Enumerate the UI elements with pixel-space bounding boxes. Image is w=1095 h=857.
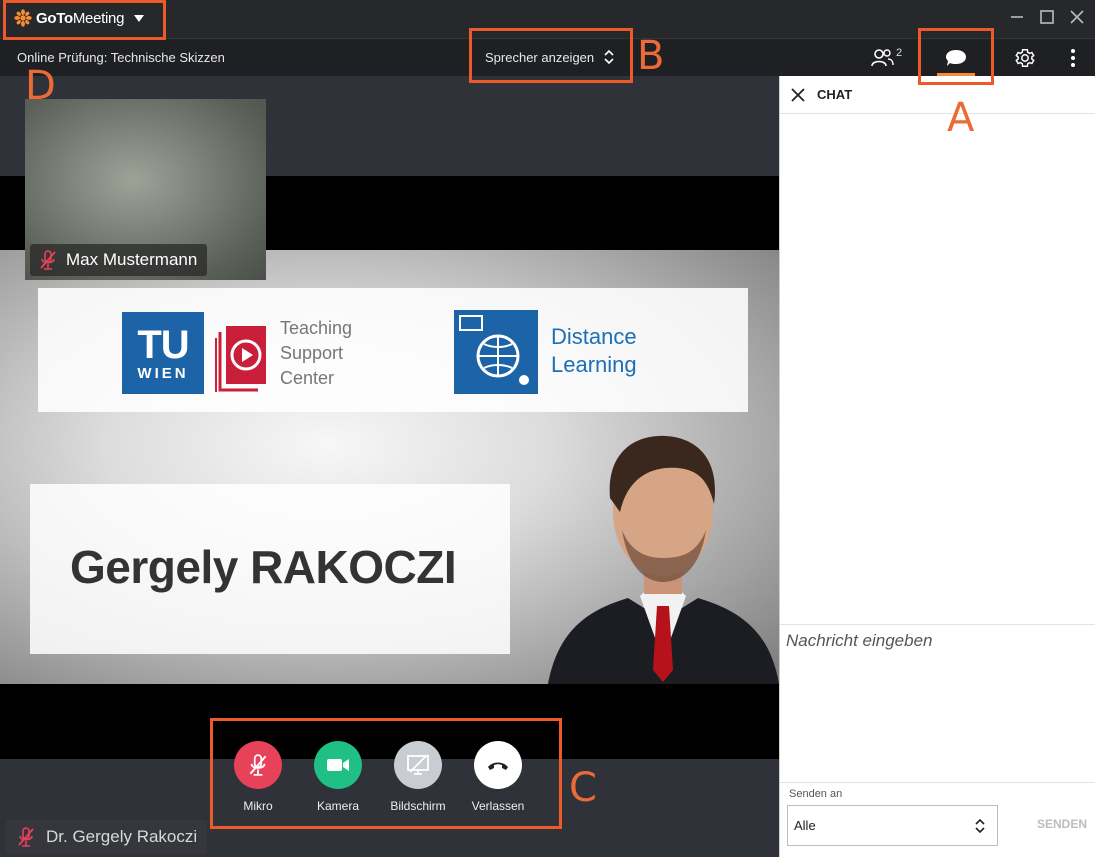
- participant-name-tag: Max Mustermann: [30, 244, 208, 276]
- self-video-tile: Max Mustermann: [25, 99, 266, 280]
- close-chat-icon[interactable]: [790, 87, 806, 103]
- slide-logo-banner: TU WIEN Teaching Support Center Distance…: [38, 288, 748, 412]
- teaching-support-center-logo-icon: [215, 326, 266, 392]
- presenter-name-tag: Dr. Gergely Rakoczi: [6, 820, 208, 854]
- annotation-label-b: B: [637, 33, 665, 79]
- maximize-icon: [1040, 10, 1054, 24]
- more-vertical-icon: [1071, 49, 1075, 67]
- annotation-box-a: [918, 28, 994, 85]
- annotation-label-a: A: [947, 95, 975, 141]
- distance-learning-logo-icon: [454, 310, 538, 394]
- chat-message-list[interactable]: [780, 114, 1095, 624]
- recipient-value: Alle: [794, 818, 816, 833]
- more-options-button[interactable]: [1064, 45, 1082, 71]
- send-button[interactable]: SENDEN: [1037, 817, 1087, 831]
- close-icon: [1070, 10, 1084, 24]
- tsc-text: Teaching Support Center: [280, 318, 353, 388]
- chat-title: CHAT: [817, 87, 853, 102]
- distance-learning-text: Distance Learning: [551, 324, 637, 377]
- minimize-button[interactable]: [1009, 8, 1025, 26]
- chat-panel: CHAT Senden an Alle SENDEN: [779, 76, 1095, 857]
- settings-button[interactable]: [1012, 45, 1038, 71]
- gear-icon: [1015, 49, 1035, 67]
- presenter-photo: [548, 435, 779, 684]
- attendees-button[interactable]: 2: [866, 45, 906, 71]
- participant-name: Max Mustermann: [66, 250, 198, 269]
- annotation-label-d: D: [25, 63, 56, 109]
- select-arrows-icon: [975, 818, 985, 834]
- chat-message-input[interactable]: [786, 631, 1086, 651]
- minimize-icon: [1011, 16, 1023, 18]
- annotation-box-b: [469, 28, 633, 83]
- microphone-muted-icon: [18, 827, 34, 847]
- presenter-name-card: Gergely RAKOCZI: [30, 484, 510, 654]
- slide-presenter-name: Gergely RAKOCZI: [70, 541, 457, 593]
- annotation-box-c: [210, 718, 562, 829]
- people-icon: [871, 49, 894, 67]
- tu-wien-logo: TU WIEN: [122, 312, 204, 394]
- presenter-label: Dr. Gergely Rakoczi: [46, 827, 198, 846]
- chat-footer: Senden an Alle SENDEN: [780, 782, 1095, 857]
- shared-slide: TU WIEN Teaching Support Center Distance…: [0, 250, 779, 684]
- send-to-label: Senden an: [789, 788, 843, 800]
- chat-compose-area[interactable]: [780, 624, 1095, 782]
- recipient-select[interactable]: Alle: [787, 805, 998, 846]
- annotation-label-c: C: [569, 765, 597, 811]
- close-window-button[interactable]: [1069, 8, 1085, 26]
- microphone-muted-icon: [40, 250, 56, 270]
- annotation-box-d: [3, 0, 166, 40]
- maximize-button[interactable]: [1039, 8, 1055, 26]
- attendee-count: 2: [895, 47, 903, 59]
